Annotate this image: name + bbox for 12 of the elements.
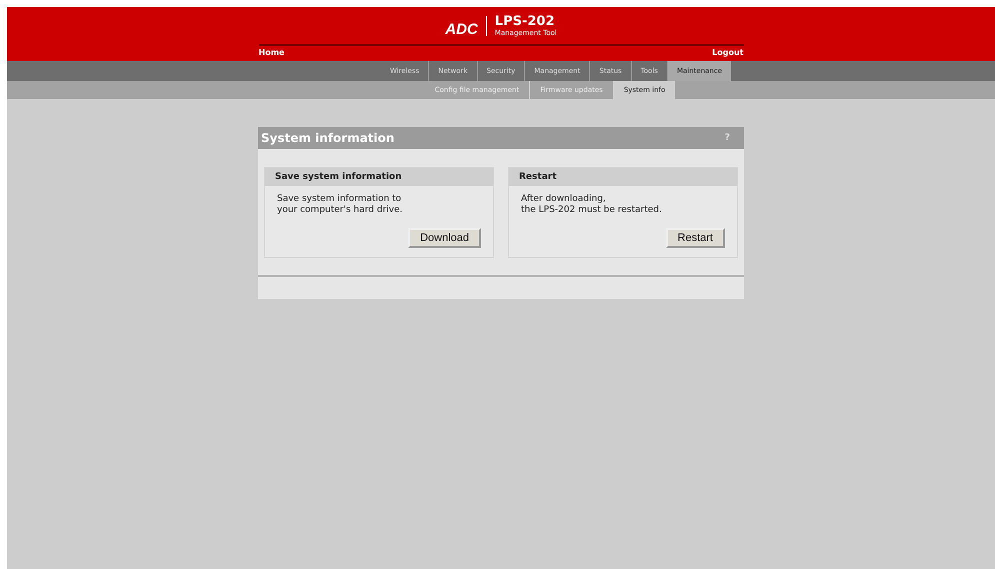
section-description: Save system information to your computer's hard drive. <box>277 194 404 216</box>
product-name: LPS-202 <box>494 14 556 28</box>
help-link[interactable]: ? <box>724 133 730 143</box>
panel-title: System information <box>261 131 394 145</box>
action-button[interactable]: Download <box>408 228 481 248</box>
section-title: Save system information <box>265 168 493 186</box>
action-button[interactable]: Restart <box>666 228 725 248</box>
logout-link[interactable]: Logout <box>712 48 744 57</box>
logo-text: ADC <box>445 21 478 38</box>
section-title: Restart <box>509 168 737 186</box>
home-link[interactable]: Home <box>258 48 284 57</box>
section-description: After downloading, the LPS-202 must be restarted. <box>521 194 663 216</box>
